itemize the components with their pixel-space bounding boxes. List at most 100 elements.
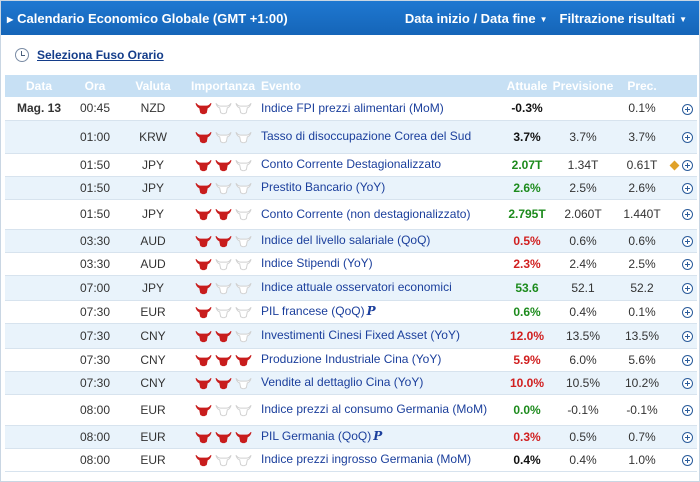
cell-previous: 2.5% [628, 256, 656, 271]
event-link[interactable]: PIL francese (QoQ) [261, 304, 365, 318]
cell-extra [669, 448, 697, 471]
cell-currency: JPY [141, 207, 164, 221]
bull-inactive-icon [234, 305, 252, 319]
col-header-previous[interactable]: Prec. [615, 75, 669, 97]
table-row[interactable]: Mag. 13 00:45 NZD Indice FPI prezzi aliment… [5, 97, 697, 120]
expand-plus-icon[interactable] [682, 404, 693, 416]
event-link[interactable]: Prestito Bancario (YoY) [261, 180, 385, 194]
event-link[interactable]: PIL Germania (QoQ) [261, 429, 371, 443]
expand-plus-icon[interactable] [682, 454, 693, 466]
expand-plus-icon[interactable] [682, 330, 693, 342]
table-row[interactable]: 01:00 KRW Tasso di disoccupazione Corea de… [5, 120, 697, 153]
expand-plus-icon[interactable] [682, 159, 693, 171]
expand-plus-icon[interactable] [682, 431, 693, 443]
cell-event[interactable]: Tasso di disoccupazione Corea del Sud [257, 120, 503, 153]
bull-inactive-icon [214, 305, 232, 319]
event-link[interactable]: Investimenti Cinesi Fixed Asset (YoY) [261, 328, 460, 342]
cell-time: 07:30 [79, 304, 111, 319]
col-header-importance[interactable]: Importanza [189, 75, 257, 97]
cell-date [5, 323, 73, 348]
col-header-actual[interactable]: Attuale [503, 75, 551, 97]
cell-event[interactable]: Indice del livello salariale (QoQ) [257, 229, 503, 252]
table-row[interactable]: 01:50 JPY Conto Corrente Destagionalizzato… [5, 153, 697, 176]
timezone-bar: Seleziona Fuso Orario [1, 35, 699, 75]
cell-event[interactable]: PIL Germania (QoQ) P [257, 425, 503, 448]
cell-event[interactable]: Indice FPI prezzi alimentari (MoM) [257, 97, 503, 120]
col-header-forecast[interactable]: Previsione [551, 75, 615, 97]
event-link[interactable]: Tasso di disoccupazione Corea del Sud [261, 129, 471, 143]
table-row[interactable]: 07:30 CNY Vendite al dettaglio Cina (YoY) 1… [5, 371, 697, 394]
cell-importance [189, 120, 257, 153]
event-link[interactable]: Indice prezzi ingrosso Germania (MoM) [261, 452, 471, 466]
cell-event[interactable]: Indice attuale osservatori economici [257, 275, 503, 300]
cell-forecast: 52.1 [571, 280, 595, 295]
table-row[interactable]: 03:30 AUD Indice Stipendi (YoY) 2.3% 2.4% 2.5… [5, 252, 697, 275]
cell-actual: 0.4% [513, 452, 541, 467]
expand-plus-icon[interactable] [682, 103, 693, 115]
event-link[interactable]: Produzione Industriale Cina (YoY) [261, 352, 441, 366]
expand-plus-icon[interactable] [682, 131, 693, 143]
col-header-date[interactable]: Data [5, 75, 73, 97]
cell-event[interactable]: Indice prezzi al consumo Germania (MoM) [257, 394, 503, 425]
cell-event[interactable]: Conto Corrente Destagionalizzato [257, 153, 503, 176]
event-link[interactable]: Indice Stipendi (YoY) [261, 256, 373, 270]
cell-time: 08:00 [79, 452, 111, 467]
bull-active-icon [194, 181, 212, 195]
select-timezone-link[interactable]: Seleziona Fuso Orario [37, 48, 164, 62]
event-link[interactable]: Vendite al dettaglio Cina (YoY) [261, 375, 423, 389]
expand-plus-icon[interactable] [682, 209, 693, 221]
expand-plus-icon[interactable] [682, 235, 693, 247]
filter-results-menu[interactable]: Filtrazione risultati ▼ [560, 11, 688, 26]
col-header-currency[interactable]: Valuta [117, 75, 189, 97]
expand-plus-icon[interactable] [682, 377, 693, 389]
col-header-event[interactable]: Evento [257, 75, 503, 97]
col-header-time[interactable]: Ora [73, 75, 117, 97]
table-row[interactable]: 07:30 CNY Investimenti Cinesi Fixed Asset … [5, 323, 697, 348]
table-row[interactable]: 07:00 JPY Indice attuale osservatori econo… [5, 275, 697, 300]
cell-event[interactable]: PIL francese (QoQ) P [257, 300, 503, 323]
table-row[interactable]: 03:30 AUD Indice del livello salariale (Qo… [5, 229, 697, 252]
table-row[interactable]: 01:50 JPY Prestito Bancario (YoY) 2.6% 2.5% 2… [5, 176, 697, 199]
cell-event[interactable]: Produzione Industriale Cina (YoY) [257, 348, 503, 371]
cell-date [5, 153, 73, 176]
event-link[interactable]: Indice del livello salariale (QoQ) [261, 233, 430, 247]
table-row[interactable]: 08:00 EUR PIL Germania (QoQ) P 0.3% 0.5% 0.7% [5, 425, 697, 448]
caret-down-icon: ▼ [679, 14, 687, 24]
cell-event[interactable]: Indice Stipendi (YoY) [257, 252, 503, 275]
expand-plus-icon[interactable] [682, 306, 693, 318]
table-row[interactable]: 08:00 EUR Indice prezzi al consumo Germani… [5, 394, 697, 425]
cell-event[interactable]: Investimenti Cinesi Fixed Asset (YoY) [257, 323, 503, 348]
bull-inactive-icon [214, 257, 232, 271]
cell-event[interactable]: Indice prezzi ingrosso Germania (MoM) [257, 448, 503, 471]
cell-date [5, 229, 73, 252]
bull-inactive-icon [214, 181, 232, 195]
cell-event[interactable]: Prestito Bancario (YoY) [257, 176, 503, 199]
expand-plus-icon[interactable] [682, 258, 693, 270]
table-row[interactable]: 07:30 EUR PIL francese (QoQ) P 0.6% 0.4% 0.1% [5, 300, 697, 323]
expand-plus-icon[interactable] [682, 354, 693, 366]
bull-active-icon [194, 234, 212, 248]
event-link[interactable]: Conto Corrente (non destagionalizzato) [261, 207, 470, 221]
expand-plus-icon[interactable] [682, 182, 693, 194]
table-row[interactable]: 08:00 EUR Indice prezzi ingrosso Germania … [5, 448, 697, 471]
clock-icon [15, 48, 29, 62]
bull-inactive-icon [234, 376, 252, 390]
event-link[interactable]: Conto Corrente Destagionalizzato [261, 157, 441, 171]
cell-forecast [551, 97, 615, 120]
cell-date [5, 300, 73, 323]
cell-event[interactable]: Conto Corrente (non destagionalizzato) [257, 199, 503, 229]
event-link[interactable]: Indice prezzi al consumo Germania (MoM) [261, 402, 487, 416]
cell-previous: 52.2 [630, 280, 654, 295]
table-row[interactable]: 01:50 JPY Conto Corrente (non destagionali… [5, 199, 697, 229]
cell-currency: CNY [140, 328, 166, 343]
cell-forecast: 1.34T [567, 157, 599, 172]
event-link[interactable]: Indice attuale osservatori economici [261, 280, 452, 294]
table-row[interactable]: 07:30 CNY Produzione Industriale Cina (YoY… [5, 348, 697, 371]
event-link[interactable]: Indice FPI prezzi alimentari (MoM) [261, 101, 444, 115]
expand-plus-icon[interactable] [682, 282, 693, 294]
cell-currency: CNY [140, 352, 166, 367]
date-range-menu[interactable]: Data inizio / Data fine ▼ [405, 11, 548, 26]
cell-extra [669, 252, 697, 275]
cell-event[interactable]: Vendite al dettaglio Cina (YoY) [257, 371, 503, 394]
bull-active-icon [194, 376, 212, 390]
